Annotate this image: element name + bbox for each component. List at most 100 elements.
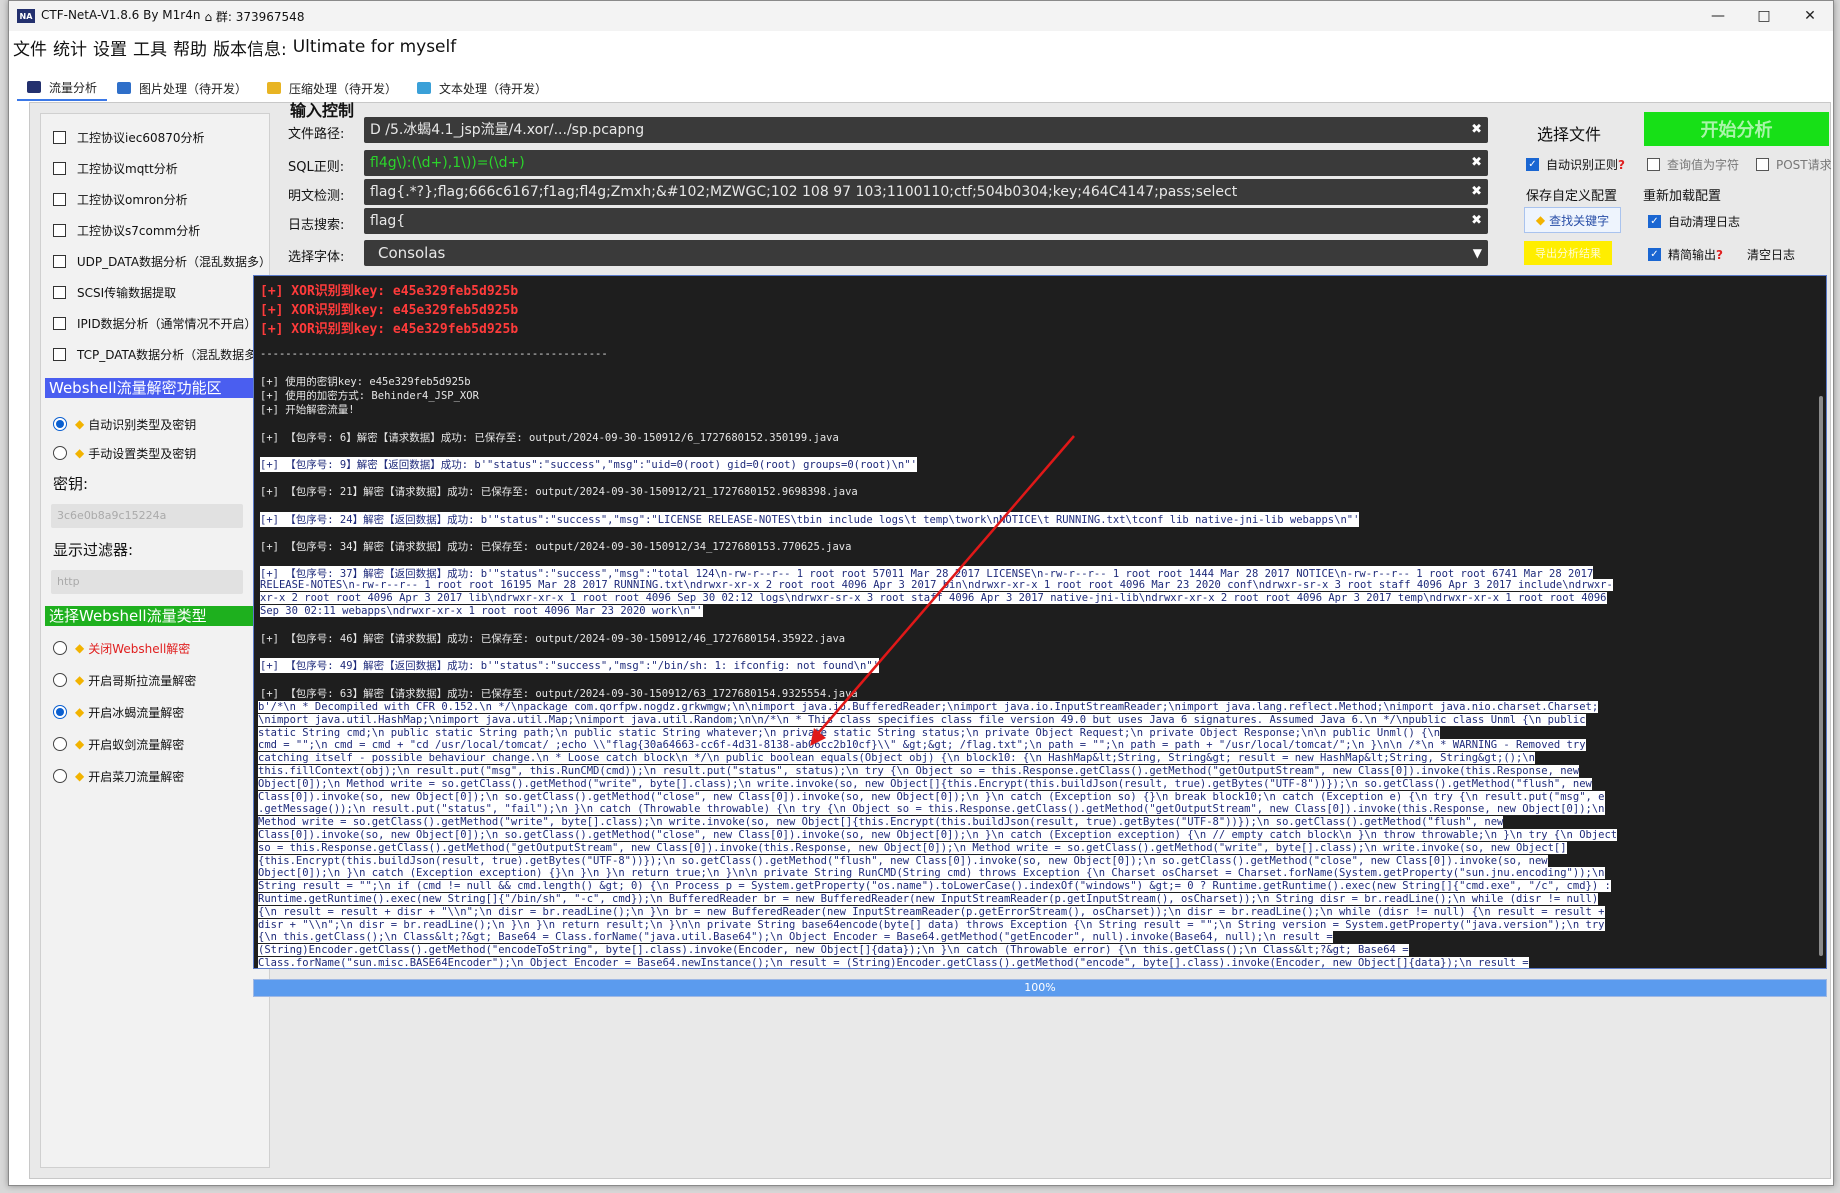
clear-icon[interactable]: ✖ [1471, 179, 1482, 205]
log-search-value: flag{ [370, 213, 406, 229]
filter-input[interactable]: http [51, 570, 243, 594]
reload-config-button[interactable]: 重新加载配置 [1643, 185, 1721, 204]
tab-image-processing[interactable]: 图片处理（待开发） [107, 75, 257, 101]
checkbox[interactable] [53, 131, 66, 144]
key-input[interactable]: 3c6e0b8a9c15224a [51, 504, 243, 528]
radio-button[interactable] [53, 641, 67, 655]
help-icon[interactable]: ? [1716, 248, 1723, 262]
radio-button[interactable] [53, 446, 67, 460]
code-line-text: (String)Encoder.getClass().getMethod("en… [258, 944, 1409, 957]
code-line: Class[0]).invoke(so, new Object[0]);\n s… [258, 828, 1796, 842]
log-line-highlight: [+] 【包序号: 49】解密【返回数据】成功: b'"status":"suc… [260, 658, 879, 673]
info-line: [+] 使用的密钥key: e45e329feb5d925b [260, 376, 471, 388]
option-label: 开启哥斯拉流量解密 [88, 673, 197, 688]
protocol-option-mqtt[interactable]: 工控协议mqtt分析 [41, 153, 269, 184]
input-control-panel: 输入控制 文件路径: D /5.冰蝎4.1_jsp流量/4.xor/.../sp… [286, 101, 1832, 273]
image-icon [117, 82, 132, 94]
log-line: [+] 【包序号: 63】解密【请求数据】成功: 已保存至: output/20… [260, 688, 858, 700]
radio-button[interactable] [53, 737, 67, 751]
code-line: b'/*\n * Decompiled with CFR 0.152.\n */… [258, 701, 1796, 714]
mode-manual-set[interactable]: ◆ 手动设置类型及密钥 [41, 440, 269, 466]
type-chopper[interactable]: ◆ 开启菜刀流量解密 [41, 760, 269, 792]
option-label: 工控协议omron分析 [77, 193, 188, 207]
save-config-button[interactable]: 保存自定义配置 [1526, 185, 1617, 204]
tab-traffic-analysis[interactable]: 流量分析 [17, 75, 108, 101]
option-label: 自动清理日志 [1668, 215, 1741, 229]
menu-help[interactable]: 帮助 [173, 35, 207, 60]
clear-log-button[interactable]: 清空日志 [1747, 246, 1795, 263]
button-label: 查找关键字 [1549, 213, 1610, 228]
protocol-option-udp-data[interactable]: UDP_DATA数据分析（混乱数据多） [41, 246, 271, 277]
close-button[interactable]: ✕ [1787, 1, 1833, 31]
na-logo-icon [27, 81, 41, 93]
start-analysis-button[interactable]: 开始分析 [1644, 112, 1829, 146]
code-line-text: disr + "\\n";\n disr = br.readLine();\n … [258, 918, 1605, 931]
menu-settings[interactable]: 设置 [93, 35, 127, 60]
log-line: [+] 【包序号: 6】解密【请求数据】成功: 已保存至: output/202… [260, 432, 839, 444]
protocol-option-omron[interactable]: 工控协议omron分析 [41, 184, 269, 215]
query-as-string-checkbox[interactable]: 查询值为字符 [1647, 156, 1739, 173]
output-scrollbar[interactable] [1819, 396, 1823, 956]
maximize-button[interactable]: □ [1741, 1, 1787, 31]
checkbox[interactable] [53, 255, 66, 268]
type-antsword[interactable]: ◆ 开启蚁剑流量解密 [41, 728, 269, 760]
log-search-input[interactable]: flag{ ✖ [364, 208, 1488, 234]
radio-button[interactable] [53, 417, 67, 431]
log-line: [+] 【包序号: 34】解密【请求数据】成功: 已保存至: output/20… [260, 541, 852, 553]
radio-button[interactable] [53, 769, 67, 783]
export-result-button[interactable]: 导出分析结果 [1524, 241, 1612, 265]
auto-regex-checkbox[interactable]: ✓ 自动识别正则? [1526, 156, 1625, 173]
find-keyword-button[interactable]: ◆ 查找关键字 [1524, 207, 1621, 233]
protocol-option-ipid[interactable]: IPID数据分析（通常情况不开启） [41, 308, 269, 339]
type-disable-webshell[interactable]: ◆ 关闭Webshell解密 [41, 632, 269, 664]
code-line: so = this.Response.getClass().getMethod(… [258, 841, 1796, 855]
minimize-button[interactable]: — [1695, 1, 1741, 31]
qq-group-label: ⌂ 群: 373967548 [204, 9, 305, 24]
font-select-dropdown[interactable]: Consolas ▼ [364, 240, 1488, 266]
plaintext-detect-input[interactable]: flag{.*?};flag;666c6167;f1ag;fl4g;Zmxh;&… [364, 179, 1488, 205]
gem-icon: ◆ [75, 417, 85, 431]
help-icon[interactable]: ? [1618, 158, 1625, 172]
log-line: [+] 【包序号: 21】解密【请求数据】成功: 已保存至: output/20… [260, 486, 858, 498]
post-request-checkbox[interactable]: POST请求 [1756, 156, 1832, 173]
protocol-option-scsi[interactable]: SCSI传输数据提取 [41, 277, 269, 308]
gem-icon: ◆ [75, 446, 85, 460]
output-log[interactable]: [+] XOR识别到key: e45e329feb5d925b [+] XOR识… [253, 275, 1827, 969]
menu-stats[interactable]: 统计 [53, 35, 87, 60]
file-path-input[interactable]: D /5.冰蝎4.1_jsp流量/4.xor/.../sp.pcapng ✖ [364, 117, 1488, 143]
menu-tools[interactable]: 工具 [133, 35, 167, 60]
clear-icon[interactable]: ✖ [1471, 208, 1482, 234]
checkbox[interactable] [53, 317, 66, 330]
clear-icon[interactable]: ✖ [1471, 117, 1482, 143]
precise-output-checkbox[interactable]: ✓ 精简输出? [1648, 246, 1723, 263]
checkbox[interactable] [53, 224, 66, 237]
log-search-label: 日志搜索: [288, 218, 345, 233]
checkbox[interactable] [53, 193, 66, 206]
option-label: 自动识别正则 [1546, 158, 1619, 172]
type-behinder[interactable]: ◆ 开启冰蝎流量解密 [41, 696, 269, 728]
code-line-text: {\n result = result + disr + "\\n";\n di… [258, 905, 1605, 918]
checkbox[interactable] [53, 348, 66, 361]
type-godzilla[interactable]: ◆ 开启哥斯拉流量解密 [41, 664, 269, 696]
radio-button[interactable] [53, 673, 67, 687]
code-line-text: Method write = so.getClass().getMethod("… [258, 816, 1504, 829]
protocol-option-tcp-data[interactable]: TCP_DATA数据分析（混乱数据多） [41, 339, 269, 370]
checkbox[interactable] [53, 286, 66, 299]
main-tabs: 流量分析 图片处理（待开发） 压缩处理（待开发） 文本处理（待开发） [17, 75, 557, 101]
clear-icon[interactable]: ✖ [1471, 150, 1482, 176]
tab-text-processing[interactable]: 文本处理（待开发） [407, 75, 557, 101]
checkbox [1756, 158, 1769, 171]
select-file-button[interactable]: 选择文件 [1537, 121, 1601, 145]
auto-clean-log-checkbox[interactable]: ✓ 自动清理日志 [1648, 213, 1740, 230]
checkbox[interactable] [53, 162, 66, 175]
mode-auto-detect[interactable]: ◆ 自动识别类型及密钥 [41, 408, 269, 440]
check-icon: ✓ [1648, 215, 1661, 228]
protocol-option-iec60870[interactable]: 工控协议iec60870分析 [41, 122, 269, 153]
menu-version-info[interactable]: 版本信息: [213, 35, 287, 60]
protocol-option-s7comm[interactable]: 工控协议s7comm分析 [41, 215, 269, 246]
sql-regex-input[interactable]: fl4g\):(\d+),1\))=(\d+) ✖ [364, 150, 1488, 176]
code-line: \nimport java.util.HashMap;\nimport java… [258, 713, 1796, 727]
log-line-highlight: Sep 30 02:11 webapps\ndrwxr-xr-x 1 root … [260, 605, 703, 617]
menu-file[interactable]: 文件 [13, 35, 47, 60]
radio-button[interactable] [53, 705, 67, 719]
